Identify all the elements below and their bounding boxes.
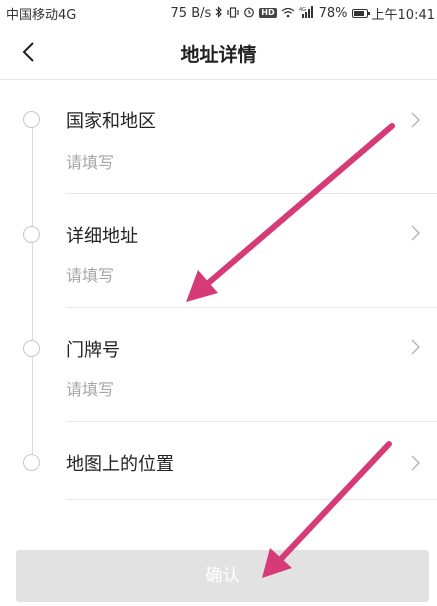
nav-bar: 地址详情 [0,26,437,80]
confirm-button[interactable]: 确认 [16,550,429,602]
signal-icon: 4G [299,6,315,20]
bluetooth-icon [215,6,223,20]
vibrate-icon [227,6,239,20]
row-map-location[interactable]: 地图上的位置 [0,422,437,500]
divider [66,499,437,500]
chevron-right-icon [411,112,420,128]
row-placeholder: 请填写 [66,380,115,399]
row-country-region[interactable]: 国家和地区 请填写 [0,81,437,194]
battery-percent: 78% [318,5,348,21]
row-label: 国家和地区 [66,111,156,132]
row-placeholder: 请填写 [66,266,115,285]
timeline-dot [23,226,40,243]
timeline-dot [23,111,40,128]
status-bar: 中国移动4G 75 B/s HD 4G 78% 上午10:41 [0,0,437,26]
hd-icon: HD [259,8,277,18]
wifi-icon [281,7,295,20]
row-placeholder: 请填写 [66,153,115,172]
chevron-right-icon [411,225,420,241]
chevron-right-icon [411,339,420,355]
carrier-label: 中国移动4G [6,7,77,23]
row-detailed-address[interactable]: 详细地址 请填写 [0,194,437,308]
row-house-number[interactable]: 门牌号 请填写 [0,308,437,422]
row-label: 门牌号 [66,340,120,361]
alarm-icon [243,6,255,20]
chevron-right-icon [411,455,420,471]
timeline-dot [23,340,40,357]
row-label: 地图上的位置 [66,454,174,475]
page-title: 地址详情 [180,44,257,66]
timeline-dot [23,454,40,471]
battery-icon [351,8,370,18]
row-label: 详细地址 [66,226,138,247]
network-speed: 75 B/s [170,5,212,21]
status-icons: 75 B/s HD 4G 78% 上午10:41 [171,4,435,23]
clock: 上午10:41 [371,7,435,23]
